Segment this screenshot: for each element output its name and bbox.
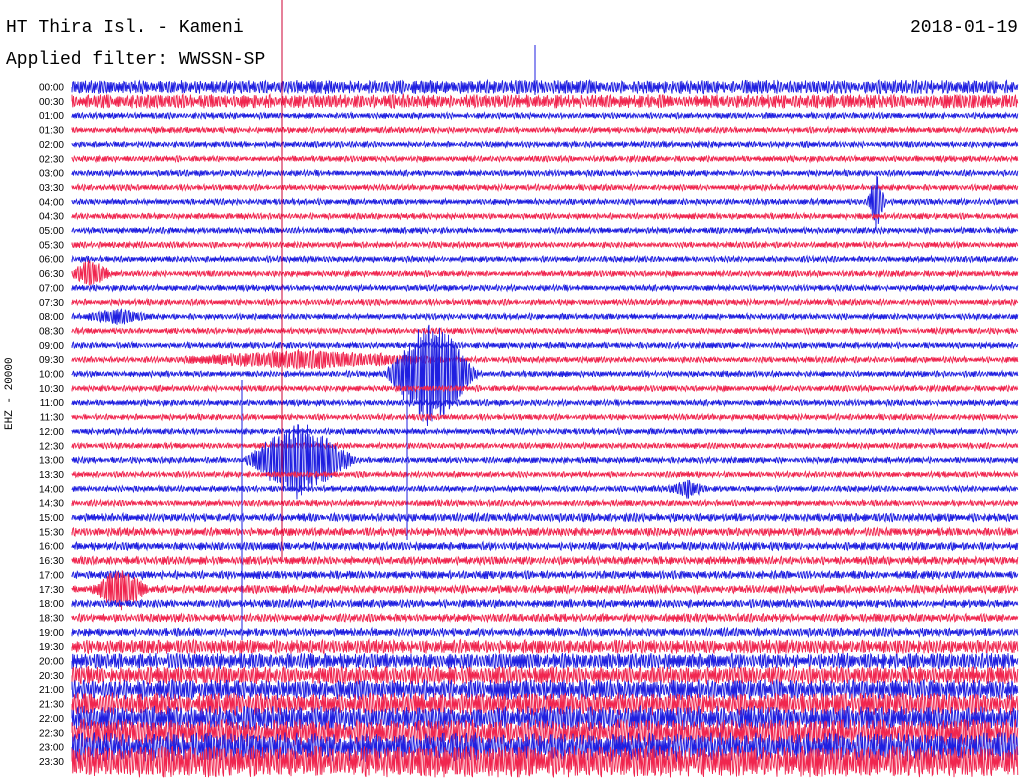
trace-line — [71, 469, 1019, 480]
time-label: 08:30 — [39, 326, 64, 337]
time-label: 01:30 — [39, 126, 64, 137]
time-label: 19:00 — [39, 628, 64, 639]
trace-line — [71, 511, 1019, 524]
time-label: 18:30 — [39, 613, 64, 624]
time-label: 10:00 — [39, 370, 64, 381]
trace-line — [71, 612, 1019, 624]
time-label: 11:30 — [40, 413, 65, 424]
trace-line — [71, 240, 1019, 250]
time-label: 12:30 — [39, 441, 64, 452]
trace-line — [71, 308, 1019, 325]
trace-line — [71, 664, 1019, 686]
trace-line — [71, 78, 1019, 96]
trace-line — [71, 626, 1019, 639]
trace-line — [71, 254, 1019, 264]
trace-line — [71, 125, 1019, 135]
time-label: 09:30 — [39, 355, 64, 366]
time-label: 05:30 — [39, 240, 64, 251]
time-label: 06:00 — [39, 255, 64, 266]
trace-line — [71, 569, 1019, 581]
trace-line — [71, 397, 1019, 408]
trace-line — [71, 340, 1019, 351]
trace-line — [71, 297, 1019, 307]
trace-line — [71, 348, 1019, 370]
time-label: 16:00 — [39, 542, 64, 553]
time-label: 21:00 — [39, 685, 64, 696]
trace-line — [71, 637, 1019, 656]
time-label: 21:30 — [39, 700, 64, 711]
trace-line — [71, 154, 1019, 164]
time-label: 17:30 — [39, 585, 64, 596]
time-label: 20:00 — [39, 657, 64, 668]
time-label: 15:30 — [39, 527, 64, 538]
time-label: 03:30 — [39, 183, 64, 194]
trace-line — [71, 168, 1019, 178]
time-label: 13:30 — [39, 470, 64, 481]
time-label: 23:00 — [39, 743, 64, 754]
trace-line — [71, 110, 1019, 121]
time-label: 04:30 — [39, 212, 64, 223]
time-label: 20:30 — [39, 671, 64, 682]
time-label: 14:00 — [39, 484, 64, 495]
time-label: 07:30 — [39, 298, 64, 309]
trace-line — [71, 92, 1019, 110]
trace-line — [71, 540, 1019, 552]
helicorder-plot: 00:00 00:30 01:00 01:30 02:00 02:30 03:00 03:30… — [39, 0, 1019, 778]
time-label: 16:30 — [39, 556, 64, 567]
time-label: 10:30 — [39, 384, 64, 395]
time-label: 17:00 — [39, 570, 64, 581]
time-label: 18:00 — [39, 599, 64, 610]
trace-line — [71, 526, 1019, 538]
time-label: 13:00 — [39, 456, 64, 467]
time-label: 09:00 — [39, 341, 64, 352]
time-label: 03:00 — [39, 169, 64, 180]
time-label: 08:00 — [39, 312, 64, 323]
time-label: 02:30 — [39, 154, 64, 165]
time-label: 07:00 — [39, 283, 64, 294]
trace-line — [71, 324, 1019, 427]
trace-line — [71, 182, 1019, 193]
trace-line — [71, 426, 1019, 437]
trace-line — [71, 283, 1019, 293]
trace-line — [71, 412, 1019, 422]
time-label: 11:00 — [40, 398, 65, 409]
time-label: 19:30 — [39, 642, 64, 653]
trace-line — [71, 260, 1019, 286]
time-label: 04:00 — [39, 197, 64, 208]
time-label: 23:30 — [39, 757, 64, 768]
trace-line — [71, 175, 1019, 231]
time-label: 12:00 — [39, 427, 64, 438]
trace-line — [71, 498, 1019, 508]
trace-line — [71, 326, 1019, 336]
time-label: 06:30 — [39, 269, 64, 280]
trace-line — [71, 139, 1019, 150]
time-label: 00:30 — [39, 97, 64, 108]
trace-line — [71, 479, 1019, 499]
time-label: 02:00 — [39, 140, 64, 151]
time-label: 22:00 — [39, 714, 64, 725]
time-label: 14:30 — [39, 499, 64, 510]
time-label: 00:00 — [39, 83, 64, 94]
trace-line — [71, 597, 1019, 610]
time-label: 22:30 — [39, 728, 64, 739]
time-label: 15:00 — [39, 513, 64, 524]
trace-line — [71, 652, 1019, 671]
trace-line — [71, 555, 1019, 567]
trace-line — [71, 383, 1019, 394]
trace-line — [71, 441, 1019, 451]
time-label: 05:00 — [39, 226, 64, 237]
time-label: 01:00 — [39, 111, 64, 122]
